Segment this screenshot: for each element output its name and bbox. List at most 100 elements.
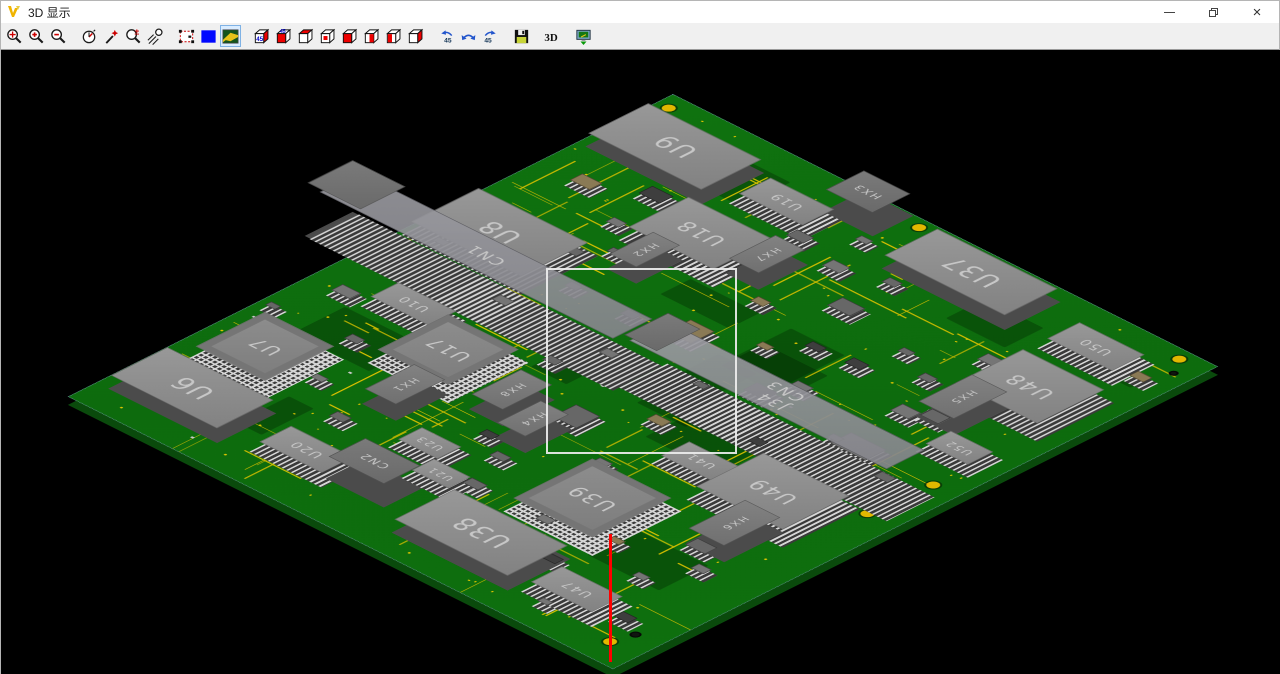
view-left-icon [384,27,403,46]
view-iso-front-45-icon: 45 [252,27,271,46]
view-bottom-icon [318,27,337,46]
title-bar: 3D 显示 × [1,1,1279,23]
svg-text:3D: 3D [544,31,557,43]
component-label: HX1 [388,376,422,393]
save-button[interactable] [511,25,532,47]
minimize-icon [1164,12,1175,13]
rotate-center-button[interactable] [79,25,100,47]
rotation-axis-line [609,534,612,662]
zoom-in-button[interactable] [26,25,47,47]
toolbar-group [4,25,70,47]
rotate-right-45-icon: 45 [481,27,500,46]
zoom-window-icon [5,27,24,46]
component-label: HX4 [516,410,550,427]
zoom-out-button[interactable] [48,25,69,47]
display-board-button[interactable] [573,25,594,47]
mounting-hole [1167,370,1181,377]
view-3d-icon: 3D [543,27,562,46]
component-label: U6 [162,373,223,403]
board-colors-icon [221,27,240,46]
component-label: U7 [242,335,288,358]
view-bottom-button[interactable] [317,25,338,47]
toolbar-group: 3D [542,25,564,47]
window-controls: × [1147,1,1279,23]
view-iso-front-45-button[interactable]: 45 [251,25,272,47]
component-label: U23 [412,434,447,452]
view-back-button[interactable] [361,25,382,47]
view-iso-top-45-icon: 45 [274,27,293,46]
zoom-dynamic-icon: ± [124,27,143,46]
rotate-reset-button[interactable] [458,25,479,47]
component-label: U9 [645,131,706,161]
component-label: CN2 [355,451,394,471]
component-label: CN1 [460,243,511,268]
view-3d-button[interactable]: 3D [542,25,563,47]
component-label: U47 [557,579,597,599]
rotate-reset-icon [459,27,478,46]
app-window: 3D 显示 × ±454545453D U9U19HX3U18HX2HX7U37… [0,0,1280,674]
zoom-window-button[interactable] [4,25,25,47]
toolbar-group [511,25,533,47]
close-button[interactable]: × [1235,1,1279,23]
svg-text:45: 45 [484,37,492,44]
mounting-hole-gold [909,223,929,233]
rotate-left-45-button[interactable]: 45 [436,25,457,47]
board-colors-button[interactable] [220,25,241,47]
component-label: U17 [419,335,477,364]
window-title: 3D 显示 [28,4,71,21]
minimize-button[interactable] [1147,1,1191,23]
restore-button[interactable] [1191,1,1235,23]
board-frame-button[interactable] [176,25,197,47]
close-icon: × [1253,5,1262,20]
component-label: U37 [933,253,1009,291]
component-label: HX3 [850,183,886,201]
view-front-button[interactable] [339,25,360,47]
view-back-icon [362,27,381,46]
toolbar-group [176,25,242,47]
view-right-icon [406,27,425,46]
zoom-in-icon [27,27,46,46]
app-icon [6,4,22,20]
component-label: U49 [742,475,804,506]
svg-text:45: 45 [444,37,452,44]
component-label: U41 [681,452,719,471]
pcb-3d-viewport[interactable]: U9U19HX3U18HX2HX7U37U8U10U17HX1HX8HX4U7U… [1,50,1280,674]
mounting-hole [627,630,644,638]
view-top-button[interactable] [295,25,316,47]
measure-button[interactable] [145,25,166,47]
component-label: U10 [393,294,433,314]
toolbar-group: ± [79,25,167,47]
zoom-dynamic-button[interactable]: ± [123,25,144,47]
component-label: U48 [999,370,1061,401]
save-icon [512,27,531,46]
background-color-button[interactable] [198,25,219,47]
rotate-center-icon [80,27,99,46]
view-top-icon [296,27,315,46]
mounting-hole-gold [923,480,943,490]
component-label: U52 [942,439,977,457]
pan-button[interactable] [101,25,122,47]
rotate-right-45-button[interactable]: 45 [480,25,501,47]
component-label: HX8 [495,381,529,398]
selection-box [546,268,737,454]
component-label: U50 [1075,336,1117,357]
rotate-left-45-icon: 45 [437,27,456,46]
view-iso-top-45-button[interactable]: 45 [273,25,294,47]
view-left-button[interactable] [383,25,404,47]
view-right-button[interactable] [405,25,426,47]
component-label: HX6 [718,514,752,531]
restore-icon [1209,8,1218,17]
mounting-hole-gold [1169,354,1189,364]
component-label: U18 [670,217,732,248]
measure-icon [146,27,165,46]
background-color-icon [199,27,218,46]
component-label: HX7 [750,246,784,263]
zoom-out-icon [49,27,68,46]
display-board-icon [574,27,593,46]
toolbar-group: 45 45 [436,25,502,47]
component-label: HX2 [628,241,662,258]
toolbar: ±45 45 45 45 3D [1,23,1279,50]
svg-text:45: 45 [280,29,286,35]
component-label: U39 [561,482,623,513]
svg-text:±: ± [134,27,139,37]
